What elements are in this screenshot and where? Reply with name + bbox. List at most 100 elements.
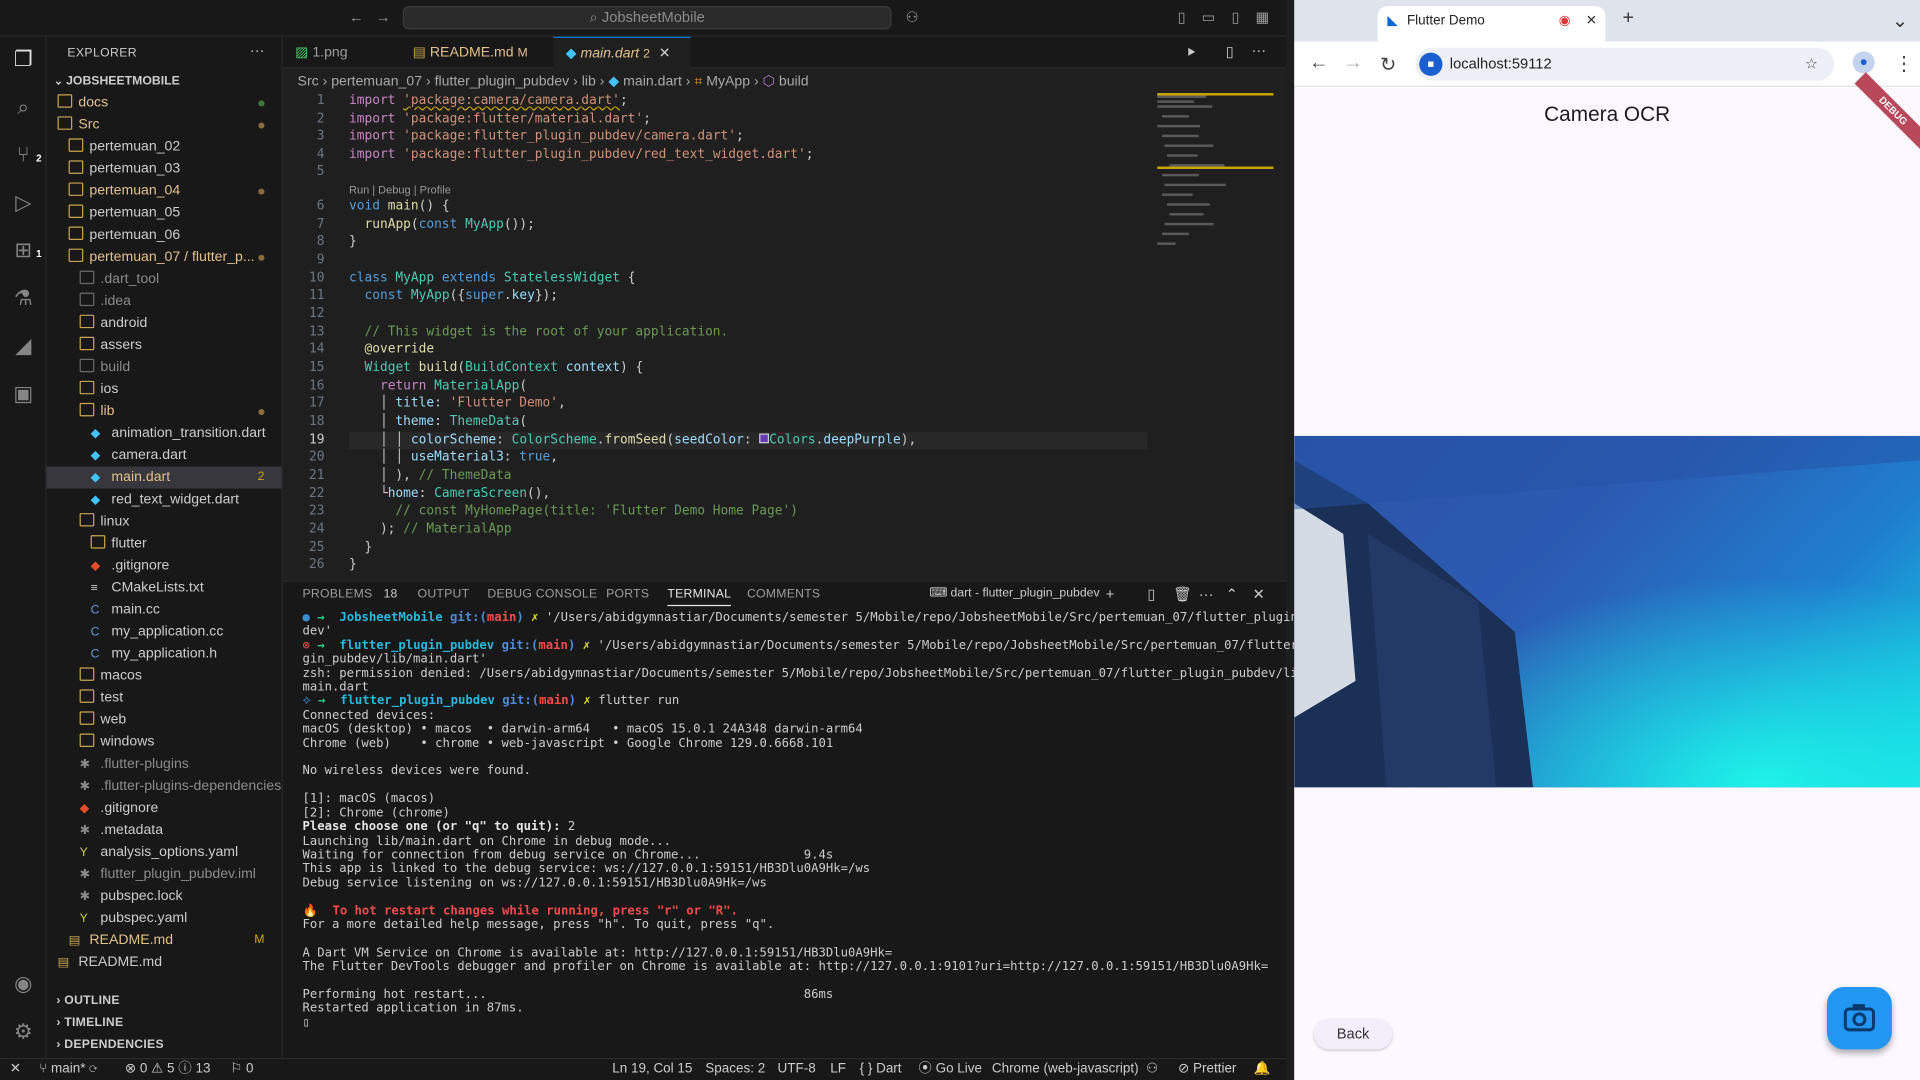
timeline-section[interactable]: › TIMELINE <box>56 1016 123 1029</box>
folder-item[interactable]: macos <box>47 665 282 687</box>
file-item[interactable]: ◆ animation_transition.dart <box>47 422 282 444</box>
folder-item[interactable]: lib <box>47 400 282 422</box>
tab-1-png[interactable]: ▨ 1.png <box>283 37 397 69</box>
file-item[interactable]: Cmy_application.cc <box>47 621 282 643</box>
breadcrumb-item[interactable]: MyApp <box>706 75 750 90</box>
tab-debug-console[interactable]: DEBUG CONSOLE <box>487 588 597 601</box>
capture-button[interactable] <box>1826 986 1892 1050</box>
customize-layout-icon[interactable]: ▦ <box>1254 9 1271 26</box>
terminal-output[interactable]: ● → JobsheetMobile git:(main) ✗ '/Users/… <box>302 611 1327 1030</box>
folder-item[interactable]: test <box>47 687 282 709</box>
remote-explorer-icon[interactable]: ▣ <box>10 381 37 408</box>
bookmark-star-icon[interactable]: ☆ <box>1805 48 1818 81</box>
codelens[interactable]: Run | Debug | Profile <box>349 184 451 196</box>
file-item[interactable]: ◆ camera.dart <box>47 444 282 466</box>
forward-arrow-icon[interactable]: → <box>375 9 392 26</box>
file-item[interactable]: ▤ README.md <box>47 951 282 973</box>
folder-item[interactable]: docs <box>47 92 282 114</box>
extensions-icon[interactable]: ⊞ 1 <box>10 238 42 265</box>
file-item[interactable]: ✱ .metadata <box>47 819 282 841</box>
toggle-panel-icon[interactable]: ▭ <box>1200 9 1217 26</box>
file-item[interactable]: ▤ README.md M <box>47 929 282 951</box>
reload-icon[interactable]: ↻ <box>1380 53 1396 77</box>
folder-item[interactable]: pertemuan_02 <box>47 136 282 158</box>
breadcrumb-item[interactable]: flutter_plugin_pubdev <box>435 75 570 90</box>
ports-indicator[interactable]: ⚐ 0 <box>230 1059 253 1080</box>
close-tab-icon[interactable]: ✕ <box>1586 6 1597 35</box>
new-tab-icon[interactable]: + <box>1622 7 1633 29</box>
folder-item[interactable]: pertemuan_07 / flutter_p... <box>47 246 282 268</box>
more-actions-icon[interactable]: ··· <box>1199 585 1214 602</box>
source-control-icon[interactable]: ⑂ 2 <box>10 142 42 169</box>
device-selector[interactable]: Chrome (web-javascript) <box>992 1059 1139 1080</box>
file-item[interactable]: ◆ red_text_widget.dart <box>47 489 282 511</box>
settings-gear-icon[interactable]: ⚙ <box>10 1019 37 1046</box>
folder-item[interactable]: pertemuan_03 <box>47 158 282 180</box>
folder-item[interactable]: pertemuan_06 <box>47 224 282 246</box>
account-icon[interactable]: ◉ <box>10 971 37 998</box>
menu-kebab-icon[interactable]: ⋮ <box>1894 51 1914 75</box>
file-item[interactable]: ≡ CMakeLists.txt <box>47 577 282 599</box>
back-arrow-icon[interactable]: ← <box>348 9 365 26</box>
file-item[interactable]: ◆ .gitignore <box>47 555 282 577</box>
more-actions-icon[interactable]: ··· <box>250 42 265 59</box>
trash-icon[interactable]: 🗑 <box>1173 585 1192 602</box>
dependencies-section[interactable]: › DEPENDENCIES <box>56 1038 164 1051</box>
testing-icon[interactable]: ⚗ <box>10 285 37 312</box>
file-item[interactable]: Ypubspec.yaml <box>47 907 282 929</box>
forward-arrow-icon[interactable]: → <box>1343 53 1363 75</box>
minimap[interactable] <box>1157 93 1274 252</box>
profile-avatar-icon[interactable]: ● <box>1852 51 1875 74</box>
folder-item[interactable]: .dart_tool <box>47 268 282 290</box>
folder-item[interactable]: .idea <box>47 290 282 312</box>
file-item[interactable]: ◆ main.dart 2 <box>46 466 282 489</box>
go-live-button[interactable]: ⦿ Go Live <box>918 1059 982 1080</box>
tab-main-dart[interactable]: ◆ main.dart 2 ✕ <box>553 36 691 69</box>
terminal-selector[interactable]: ⌨ dart - flutter_plugin_pubdev <box>929 587 1099 600</box>
indentation[interactable]: Spaces: 2 <box>705 1059 765 1080</box>
branch-indicator[interactable]: ⑂ main* ⟳ <box>39 1059 97 1080</box>
tab-output[interactable]: OUTPUT <box>418 588 470 601</box>
notifications-icon[interactable]: 🔔 <box>1254 1059 1271 1080</box>
line-ending[interactable]: LF <box>830 1059 846 1080</box>
folder-item[interactable]: android <box>47 312 282 334</box>
tab-search-icon[interactable]: ⌄ <box>1892 9 1908 33</box>
tab-terminal[interactable]: TERMINAL <box>667 588 732 607</box>
new-terminal-icon[interactable]: + <box>1106 585 1115 602</box>
back-button[interactable]: Back <box>1313 1018 1393 1050</box>
browser-tab[interactable]: ◣ Flutter Demo ◉ ✕ <box>1377 6 1606 42</box>
run-debug-icon[interactable]: ▷ <box>10 190 37 217</box>
cursor-position[interactable]: Ln 19, Col 15 <box>612 1059 692 1080</box>
tab-problems[interactable]: PROBLEMS 18 <box>302 588 397 601</box>
breadcrumb-item[interactable]: lib <box>582 75 596 90</box>
folder-item[interactable]: build <box>47 356 282 378</box>
breadcrumb-item[interactable]: build <box>779 75 809 90</box>
copilot-icon[interactable]: ⚇ <box>1146 1059 1158 1080</box>
file-item[interactable]: Cmy_application.h <box>47 643 282 665</box>
back-arrow-icon[interactable]: ← <box>1309 53 1329 75</box>
tab-comments[interactable]: COMMENTS <box>747 588 820 601</box>
folder-item[interactable]: ios <box>47 378 282 400</box>
copilot-icon[interactable]: ⚇ <box>904 9 921 26</box>
breadcrumb-item[interactable]: Src <box>298 75 319 90</box>
folder-item[interactable]: pertemuan_05 <box>47 202 282 224</box>
file-item[interactable]: Yanalysis_options.yaml <box>47 841 282 863</box>
folder-item[interactable]: Src <box>47 114 282 136</box>
flutter-icon[interactable]: ◢ <box>10 333 37 360</box>
folder-item[interactable]: pertemuan_04 <box>47 180 282 202</box>
file-item[interactable]: ◆ .gitignore <box>47 797 282 819</box>
tab-ports[interactable]: PORTS <box>606 588 649 601</box>
tab-readme[interactable]: ▤ README.md M <box>400 37 549 69</box>
code-editor[interactable]: 1 2 3 4 5 6 7 8 9 10 11 12 13 14 15 16 17 18 19 20 21 22 23 24 2… <box>283 91 1286 575</box>
folder-item[interactable]: flutter <box>47 533 282 555</box>
file-item[interactable]: ✱ .flutter-plugins <box>47 753 282 775</box>
file-item[interactable]: ✱ .flutter-plugins-dependencies <box>47 775 282 797</box>
split-terminal-icon[interactable]: ▯ <box>1147 585 1155 602</box>
close-panel-icon[interactable]: ✕ <box>1253 585 1265 602</box>
folder-item[interactable]: linux <box>47 511 282 533</box>
folder-item[interactable]: web <box>47 709 282 731</box>
breadcrumb-item[interactable]: main.dart <box>623 75 682 90</box>
folder-item[interactable]: windows <box>47 731 282 753</box>
maximize-panel-icon[interactable]: ⌃ <box>1226 585 1238 602</box>
toggle-sidebar-icon[interactable]: ▯ <box>1173 9 1190 26</box>
